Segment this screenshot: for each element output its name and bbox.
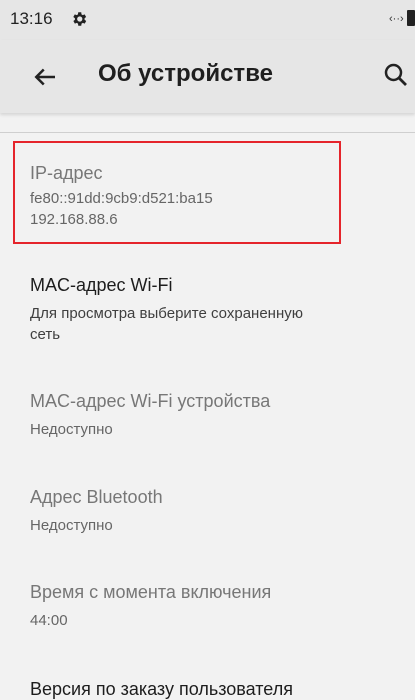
divider bbox=[0, 132, 415, 133]
search-icon[interactable] bbox=[381, 60, 411, 90]
status-bar: 13:16 ‹··› bbox=[0, 0, 415, 40]
item-subtitle-line: сеть bbox=[30, 326, 61, 343]
battery-icon bbox=[407, 10, 415, 26]
item-subtitle-line: Для просмотра выберите сохраненную bbox=[30, 305, 303, 322]
list-item-uptime[interactable]: Время с момента включения 44:00 bbox=[0, 569, 415, 649]
item-subtitle-line: Недоступно bbox=[30, 421, 113, 438]
item-title: MAC-адрес Wi-Fi устройства bbox=[30, 391, 271, 411]
item-subtitle-line: Недоступно bbox=[30, 517, 113, 534]
item-title: Версия по заказу пользователя bbox=[30, 679, 293, 699]
item-title: MAC-адрес Wi-Fi bbox=[30, 275, 173, 295]
highlight-box bbox=[13, 141, 341, 244]
item-title: Время с момента включения bbox=[30, 582, 272, 602]
page-title: Об устройстве bbox=[98, 60, 273, 87]
item-subtitle-line: 44:00 bbox=[30, 612, 68, 629]
arrow-left-icon[interactable] bbox=[30, 62, 60, 92]
gear-icon bbox=[73, 12, 87, 26]
app-bar: Об устройстве bbox=[0, 40, 415, 113]
list-item-device-mac[interactable]: MAC-адрес Wi-Fi устройства Недоступно bbox=[0, 378, 415, 458]
item-title: Адрес Bluetooth bbox=[30, 487, 163, 507]
status-time: 13:16 bbox=[10, 9, 53, 28]
dev-mode-icon: ‹··› bbox=[389, 13, 404, 25]
list-item-bluetooth-address[interactable]: Адрес Bluetooth Недоступно bbox=[0, 474, 415, 554]
list-item-mac-wifi[interactable]: MAC-адрес Wi-Fi Для просмотра выберите с… bbox=[0, 262, 415, 362]
list-item-custom-build[interactable]: Версия по заказу пользователя bbox=[0, 665, 415, 700]
